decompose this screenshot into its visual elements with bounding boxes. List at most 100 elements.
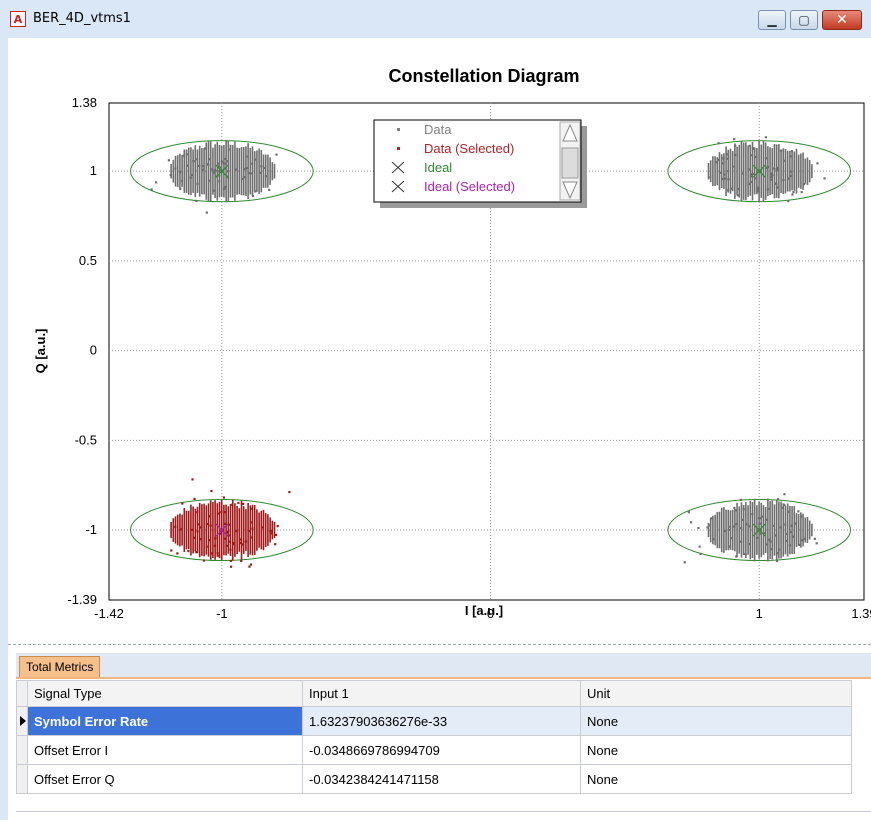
data-point-column: [209, 141, 212, 202]
legend-scroll-thumb[interactable]: [561, 147, 579, 179]
data-point: [758, 532, 761, 535]
data-point: [242, 502, 245, 505]
data-point: [730, 537, 734, 540]
data-point: [222, 162, 225, 165]
data-point: [730, 187, 734, 190]
data-point-column: [203, 147, 205, 195]
data-point: [187, 550, 190, 553]
constellation-chart[interactable]: -1.42 -1 0 1 1.39 1.38 1 0.5 0 -0.5 -1 -1.39 Const…: [8, 38, 871, 642]
legend-scrollbar[interactable]: [559, 121, 581, 201]
cell-input-1[interactable]: -0.0342384241471158: [302, 764, 581, 794]
data-point: [770, 548, 773, 551]
metrics-tabstrip: Total Metrics: [16, 653, 871, 679]
tab-total-metrics[interactable]: Total Metrics: [19, 656, 101, 677]
data-point: [712, 538, 715, 541]
data-point-column: [176, 514, 179, 546]
maximize-button[interactable]: ▢: [790, 10, 818, 30]
data-point: [721, 177, 724, 181]
data-point-column: [242, 506, 245, 554]
data-point-column: [225, 139, 227, 203]
data-point: [732, 165, 735, 168]
close-button[interactable]: ✕: [822, 10, 862, 30]
data-point: [239, 541, 242, 545]
data-point: [783, 503, 786, 506]
data-point-column: [218, 501, 221, 559]
data-point: [228, 540, 231, 543]
chart-legend[interactable]: Data Data (Selected) Ideal Ideal (Selected): [373, 119, 587, 208]
table-row[interactable]: Offset Error Q -0.0342384241471158 None: [16, 764, 852, 794]
data-point: [699, 552, 702, 556]
row-header-corner: [16, 680, 28, 707]
data-point: [763, 531, 767, 535]
row-selector[interactable]: [16, 764, 28, 794]
cell-signal-type[interactable]: Offset Error Q: [27, 764, 303, 794]
data-point: [178, 171, 182, 174]
data-point: [217, 512, 220, 515]
row-selector[interactable]: [16, 706, 28, 736]
column-header-input-1[interactable]: Input 1: [302, 680, 581, 707]
data-point: [197, 523, 200, 526]
data-point: [179, 187, 182, 191]
data-point-column: [764, 142, 767, 200]
data-point-column: [198, 145, 201, 197]
data-point-column: [185, 510, 188, 550]
cell-unit[interactable]: None: [580, 706, 852, 736]
data-point-column: [745, 502, 747, 558]
chart-area[interactable]: -1.42 -1 0 1 1.39 1.38 1 0.5 0 -0.5 -1 -1.39 Const…: [8, 38, 871, 642]
data-point-column: [196, 149, 199, 193]
table-row[interactable]: Symbol Error Rate 1.63237903636276e-33 N…: [16, 706, 852, 736]
data-point: [223, 157, 226, 161]
data-point-column: [201, 504, 203, 556]
data-point: [789, 531, 792, 534]
data-point: [288, 490, 291, 494]
data-point-column: [262, 509, 265, 551]
data-point-column: [716, 511, 719, 549]
data-point-column: [747, 145, 749, 197]
data-point: [174, 525, 177, 528]
data-point: [726, 157, 729, 160]
data-point: [226, 170, 230, 173]
cell-unit[interactable]: None: [580, 735, 852, 765]
column-header-signal-type[interactable]: Signal Type: [27, 680, 303, 707]
data-point-column: [751, 141, 754, 201]
data-point: [254, 190, 257, 193]
data-point-column: [205, 142, 208, 200]
data-point: [735, 555, 738, 558]
column-header-unit[interactable]: Unit: [580, 680, 852, 707]
cell-input-1[interactable]: 1.63237903636276e-33: [302, 706, 581, 736]
window-titlebar[interactable]: A BER_4D_vtms1 ▁ ▢ ✕: [0, 0, 871, 39]
data-point: [797, 510, 800, 513]
x-tick-label: 1.39: [851, 606, 871, 621]
data-point-column: [793, 151, 796, 191]
data-point: [182, 154, 185, 157]
data-point: [759, 517, 762, 520]
data-point: [794, 522, 797, 525]
data-point: [223, 186, 226, 189]
data-point: [199, 526, 202, 529]
data-point: [773, 534, 777, 537]
data-point: [715, 161, 718, 164]
data-point-column: [720, 154, 723, 188]
data-point: [748, 543, 751, 546]
data-point-column: [187, 147, 190, 195]
data-point: [723, 529, 727, 533]
data-point-column: [734, 143, 736, 199]
data-point: [798, 543, 802, 547]
cell-signal-type[interactable]: Offset Error I: [27, 735, 303, 765]
cell-input-1[interactable]: -0.0348669786994709: [302, 735, 581, 765]
minimize-button[interactable]: ▁: [758, 10, 786, 30]
data-point: [791, 193, 794, 196]
data-point-column: [256, 509, 258, 551]
data-point: [224, 511, 227, 514]
row-selector[interactable]: [16, 735, 28, 765]
data-point-column: [174, 155, 177, 187]
data-point: [244, 540, 248, 543]
data-point-column: [234, 141, 236, 201]
data-point-column: [786, 503, 789, 557]
cell-signal-type[interactable]: Symbol Error Rate: [27, 706, 303, 736]
cell-unit[interactable]: None: [580, 764, 852, 794]
data-point-column: [786, 150, 789, 192]
data-point: [754, 177, 757, 180]
table-row[interactable]: Offset Error I -0.0348669786994709 None: [16, 735, 852, 765]
data-point-column: [190, 147, 192, 196]
